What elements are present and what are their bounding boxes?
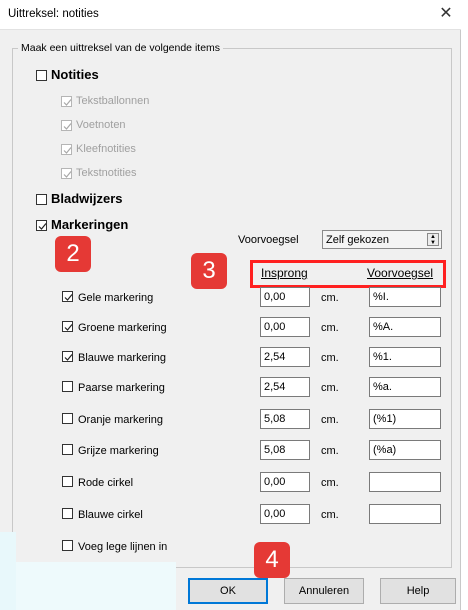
kleefnotities-label: Kleefnotities (76, 143, 136, 155)
check-icon (63, 99, 72, 106)
gele-voorvoegsel-input[interactable]: %I. (369, 287, 441, 307)
rode-cirkel-checkbox[interactable] (62, 476, 73, 487)
oranje-insprong-input[interactable]: 5,08 (260, 409, 310, 429)
voorvoegsel-select[interactable]: Zelf gekozen ▲ ▼ (322, 230, 442, 249)
gele-markering-checkbox[interactable] (62, 291, 73, 302)
annuleren-button[interactable]: Annuleren (284, 578, 364, 604)
voorvoegsel-value: Zelf gekozen (326, 234, 389, 246)
grijze-insprong-input[interactable]: 5,08 (260, 440, 310, 460)
ok-button[interactable]: OK (188, 578, 268, 604)
blauwe-markering-label: Blauwe markering (78, 352, 167, 364)
blauwe-voorvoegsel-input[interactable]: %1. (369, 347, 441, 367)
tekstballonnen-checkbox[interactable] (61, 96, 72, 107)
rode-unit: cm. (321, 477, 339, 489)
check-icon (64, 294, 73, 301)
blauwe-cirkel-unit: cm. (321, 509, 339, 521)
highlight-box (250, 260, 446, 288)
background-strip-left (0, 532, 16, 610)
notities-label: Notities (51, 67, 99, 82)
blauwe-cirkel-voorvoegsel-input[interactable] (369, 504, 441, 524)
oranje-voorvoegsel-input[interactable]: (%1) (369, 409, 441, 429)
check-icon (64, 354, 73, 361)
groene-insprong-input[interactable]: 0,00 (260, 317, 310, 337)
gele-markering-label: Gele markering (78, 292, 154, 304)
check-icon (63, 123, 72, 130)
groene-markering-label: Groene markering (78, 322, 167, 334)
paarse-unit: cm. (321, 382, 339, 394)
check-icon (64, 324, 73, 331)
paarse-markering-label: Paarse markering (78, 382, 165, 394)
voeg-lege-lijnen-label: Voeg lege lijnen in (78, 541, 168, 553)
bladwijzers-checkbox[interactable] (36, 194, 47, 205)
gele-insprong-input[interactable]: 0,00 (260, 287, 310, 307)
voetnoten-checkbox[interactable] (61, 120, 72, 131)
annotation-badge-2: 2 (55, 236, 91, 272)
rode-insprong-input[interactable]: 0,00 (260, 472, 310, 492)
check-icon (63, 147, 72, 154)
bladwijzers-label: Bladwijzers (51, 191, 123, 206)
close-icon[interactable]: ✕ (436, 4, 456, 24)
annotation-badge-3: 3 (191, 253, 227, 289)
groene-markering-checkbox[interactable] (62, 321, 73, 332)
rode-voorvoegsel-input[interactable] (369, 472, 441, 492)
paarse-voorvoegsel-input[interactable]: %a. (369, 377, 441, 397)
annotation-badge-4: 4 (254, 542, 290, 578)
blauwe-cirkel-checkbox[interactable] (62, 508, 73, 519)
paarse-markering-checkbox[interactable] (62, 381, 73, 392)
blauwe-cirkel-insprong-input[interactable]: 0,00 (260, 504, 310, 524)
rode-cirkel-label: Rode cirkel (78, 477, 134, 489)
blauwe-markering-checkbox[interactable] (62, 351, 73, 362)
tekstnotities-label: Tekstnotities (76, 167, 137, 179)
grijze-voorvoegsel-input[interactable]: (%a) (369, 440, 441, 460)
help-button[interactable]: Help (380, 578, 456, 604)
oranje-unit: cm. (321, 414, 339, 426)
oranje-markering-checkbox[interactable] (62, 413, 73, 424)
title-bar: Uittreksel: notities ✕ (0, 0, 461, 30)
spinner-icon[interactable]: ▲ ▼ (427, 233, 439, 246)
paarse-insprong-input[interactable]: 2,54 (260, 377, 310, 397)
voeg-lege-lijnen-checkbox[interactable] (62, 540, 73, 551)
blauwe-cirkel-label: Blauwe cirkel (78, 509, 143, 521)
blauwe-unit: cm. (321, 352, 339, 364)
markeringen-checkbox[interactable] (36, 220, 47, 231)
blauwe-insprong-input[interactable]: 2,54 (260, 347, 310, 367)
background-strip-bottom (16, 562, 176, 610)
background-strip (461, 0, 468, 610)
gele-unit: cm. (321, 292, 339, 304)
groene-voorvoegsel-input[interactable]: %A. (369, 317, 441, 337)
markeringen-label: Markeringen (51, 217, 129, 232)
grijze-markering-checkbox[interactable] (62, 444, 73, 455)
grijze-markering-label: Grijze markering (78, 445, 159, 457)
notities-checkbox[interactable] (36, 70, 47, 81)
extract-notes-dialog: Uittreksel: notities ✕ Maak een uittreks… (0, 0, 461, 610)
tekstnotities-checkbox[interactable] (61, 168, 72, 179)
kleefnotities-checkbox[interactable] (61, 144, 72, 155)
group-title: Maak een uittreksel van de volgende item… (18, 42, 224, 54)
voorvoegsel-label: Voorvoegsel (238, 234, 299, 246)
groene-unit: cm. (321, 322, 339, 334)
check-icon (38, 223, 47, 230)
tekstballonnen-label: Tekstballonnen (76, 95, 150, 107)
window-title: Uittreksel: notities (8, 8, 99, 20)
grijze-unit: cm. (321, 445, 339, 457)
voetnoten-label: Voetnoten (76, 119, 126, 131)
check-icon (63, 171, 72, 178)
oranje-markering-label: Oranje markering (78, 414, 163, 426)
